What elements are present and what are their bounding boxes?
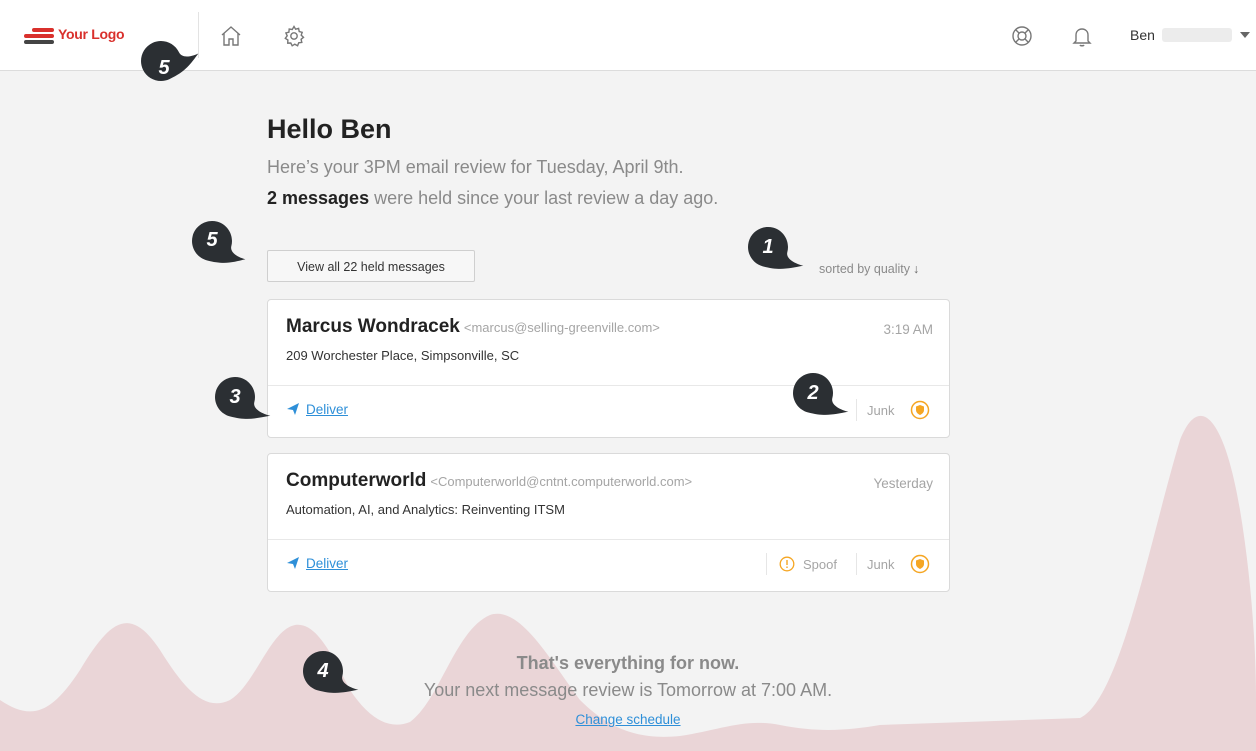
change-schedule-link[interactable]: Change schedule (0, 712, 1256, 727)
junk-tag[interactable]: Junk (867, 557, 894, 572)
help-icon[interactable] (1010, 24, 1034, 48)
message-sender-email: <marcus@selling-greenville.com> (463, 320, 660, 335)
empty-state-title: That's everything for now. (516, 653, 740, 673)
home-icon[interactable] (219, 24, 243, 48)
view-all-held-button[interactable]: View all 22 held messages (267, 250, 475, 282)
message-actions: Deliver Spoof Junk (268, 539, 949, 592)
held-count: 2 messages (267, 188, 370, 208)
held-summary-text: were held since your last review a day a… (369, 188, 719, 208)
user-lastname-redacted (1162, 28, 1232, 42)
message-sender: Computerworld <Computerworld@cntnt.comput… (286, 470, 693, 491)
tag-divider (856, 553, 857, 575)
tag-divider (856, 399, 857, 421)
message-sender: Marcus Wondracek <marcus@selling-greenvil… (286, 316, 660, 337)
callout-marker: 3 (215, 376, 273, 430)
shield-icon (910, 400, 930, 420)
page-title: Hello Ben (267, 114, 392, 144)
sort-label: sorted by quality (819, 262, 911, 276)
sort-control[interactable]: sorted by quality ↓ (819, 262, 919, 276)
message-card[interactable]: Computerworld <Computerworld@cntnt.comput… (267, 453, 950, 592)
spoof-tag[interactable]: Spoof (803, 557, 837, 572)
callout-marker: 5 (192, 220, 250, 274)
tag-divider (766, 553, 767, 575)
callout-marker: 4 (303, 650, 361, 704)
logo[interactable]: Your Logo (24, 22, 134, 50)
shield-icon (910, 554, 930, 574)
send-icon (287, 403, 299, 415)
next-review-text: Your next message review is Tomorrow at … (423, 680, 833, 700)
message-sender-email: <Computerworld@cntnt.computerworld.com> (430, 474, 693, 489)
warning-icon (779, 556, 795, 572)
deliver-button[interactable]: Deliver (286, 402, 348, 417)
user-name[interactable]: Ben (1130, 27, 1155, 43)
message-time: Yesterday (873, 476, 933, 491)
message-time: 3:19 AM (883, 322, 933, 337)
message-subject: 209 Worchester Place, Simpsonville, SC (286, 348, 520, 363)
bell-icon[interactable] (1070, 24, 1094, 48)
message-subject: Automation, AI, and Analytics: Reinventi… (286, 502, 565, 517)
deliver-label: Deliver (306, 402, 349, 417)
logo-icon (24, 28, 54, 44)
send-icon (287, 557, 299, 569)
callout-marker: 5 (141, 40, 199, 94)
deliver-label: Deliver (306, 556, 349, 571)
deliver-button[interactable]: Deliver (286, 556, 348, 571)
callout-marker: 1 (748, 226, 806, 280)
gear-icon[interactable] (282, 24, 306, 48)
callout-marker: 2 (793, 372, 851, 426)
junk-tag[interactable]: Junk (867, 403, 894, 418)
review-subtitle: Here’s your 3PM email review for Tuesday… (267, 157, 684, 177)
held-summary: 2 messages were held since your last rev… (267, 188, 718, 209)
logo-text: Your Logo (58, 26, 125, 42)
chevron-down-icon[interactable] (1240, 32, 1250, 38)
arrow-down-icon: ↓ (913, 262, 920, 276)
